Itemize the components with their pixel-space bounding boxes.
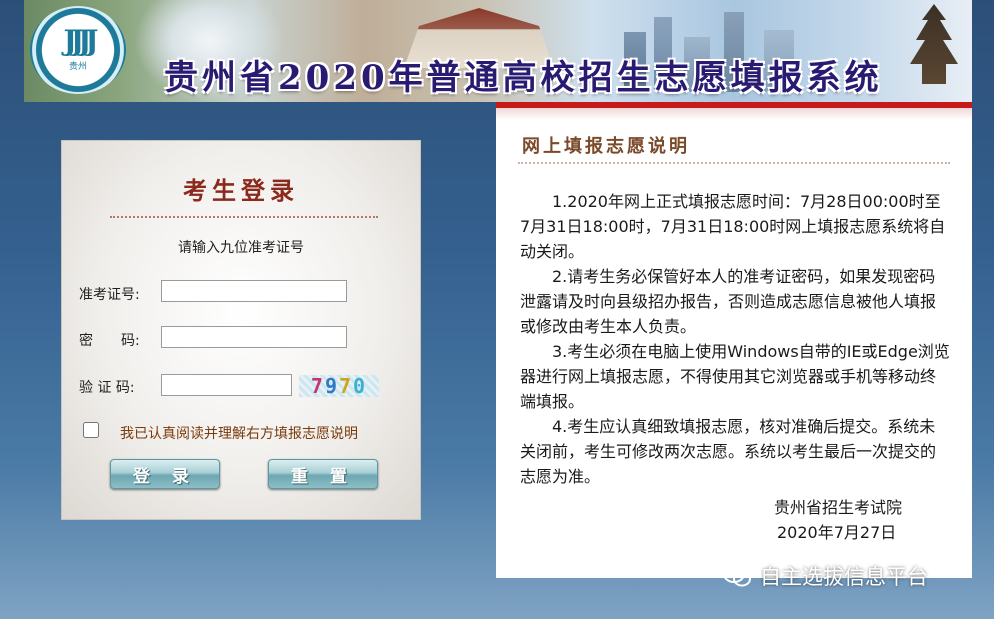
- reset-button[interactable]: 重 置: [268, 459, 378, 489]
- header-banner: JJJJ 贵州 贵州省2020年普通高校招生志愿填报系统: [24, 0, 972, 102]
- notice-title: 网上填报志愿说明: [522, 136, 690, 157]
- system-title: 贵州省2020年普通高校招生志愿填报系统: [164, 58, 883, 98]
- login-button[interactable]: 登 录: [110, 459, 220, 489]
- logo-mark-icon: JJJJ: [63, 24, 99, 57]
- notice-signature: 贵州省招生考试院: [774, 498, 903, 517]
- login-panel: 考生登录 请输入九位准考证号 准考证号: 密 码: 验 证 码: 7970 我已…: [61, 140, 421, 520]
- banner-pagoda-image: [910, 4, 958, 84]
- agree-label[interactable]: 我已认真阅读并理解右方填报志愿说明: [120, 423, 358, 443]
- agree-checkbox[interactable]: [83, 422, 99, 438]
- login-title: 考生登录: [183, 176, 299, 205]
- notice-paragraph: 1.2020年网上正式填报志愿时间：7月28日00:00时至7月31日18:00…: [520, 192, 946, 261]
- login-hint: 请输入九位准考证号: [178, 240, 304, 256]
- watermark: 自主选拔信息平台: [722, 561, 928, 591]
- notice-paragraph: 2.请考生务必保管好本人的准考证密码，如果发现密码泄露请及时向县级招办报告，否则…: [520, 267, 937, 336]
- notice-body: 1.2020年网上正式填报志愿时间：7月28日00:00时至7月31日18:00…: [520, 189, 950, 489]
- password-label: 密 码:: [79, 333, 140, 349]
- wechat-icon: [723, 565, 751, 587]
- captcha-digit: 7: [310, 374, 325, 398]
- notice-divider: [518, 162, 950, 164]
- logo-caption: 贵州: [68, 62, 87, 72]
- captcha-digit: 7: [339, 374, 354, 398]
- exam-authority-logo: JJJJ 贵州: [30, 6, 126, 94]
- notice-paragraph: 3.考生必须在电脑上使用Windows自带的IE或Edge浏览器进行网上填报志愿…: [520, 342, 950, 411]
- notice-panel: 网上填报志愿说明 1.2020年网上正式填报志愿时间：7月28日00:00时至7…: [496, 102, 972, 578]
- captcha-input[interactable]: [161, 374, 292, 396]
- captcha-label: 验 证 码:: [79, 380, 135, 396]
- password-input[interactable]: [161, 326, 347, 348]
- captcha-image[interactable]: 7970: [299, 375, 379, 397]
- captcha-digit: 0: [353, 374, 368, 398]
- exam-number-input[interactable]: [161, 280, 347, 302]
- notice-date: 2020年7月27日: [777, 523, 897, 542]
- notice-paragraph: 4.考生应认真细致填报志愿，核对准确后提交。系统未关闭前，考生可修改两次志愿。系…: [520, 417, 937, 486]
- exam-number-label: 准考证号:: [79, 287, 140, 303]
- captcha-digit: 9: [324, 374, 339, 398]
- watermark-text: 自主选拔信息平台: [760, 565, 928, 589]
- login-divider: [110, 216, 378, 218]
